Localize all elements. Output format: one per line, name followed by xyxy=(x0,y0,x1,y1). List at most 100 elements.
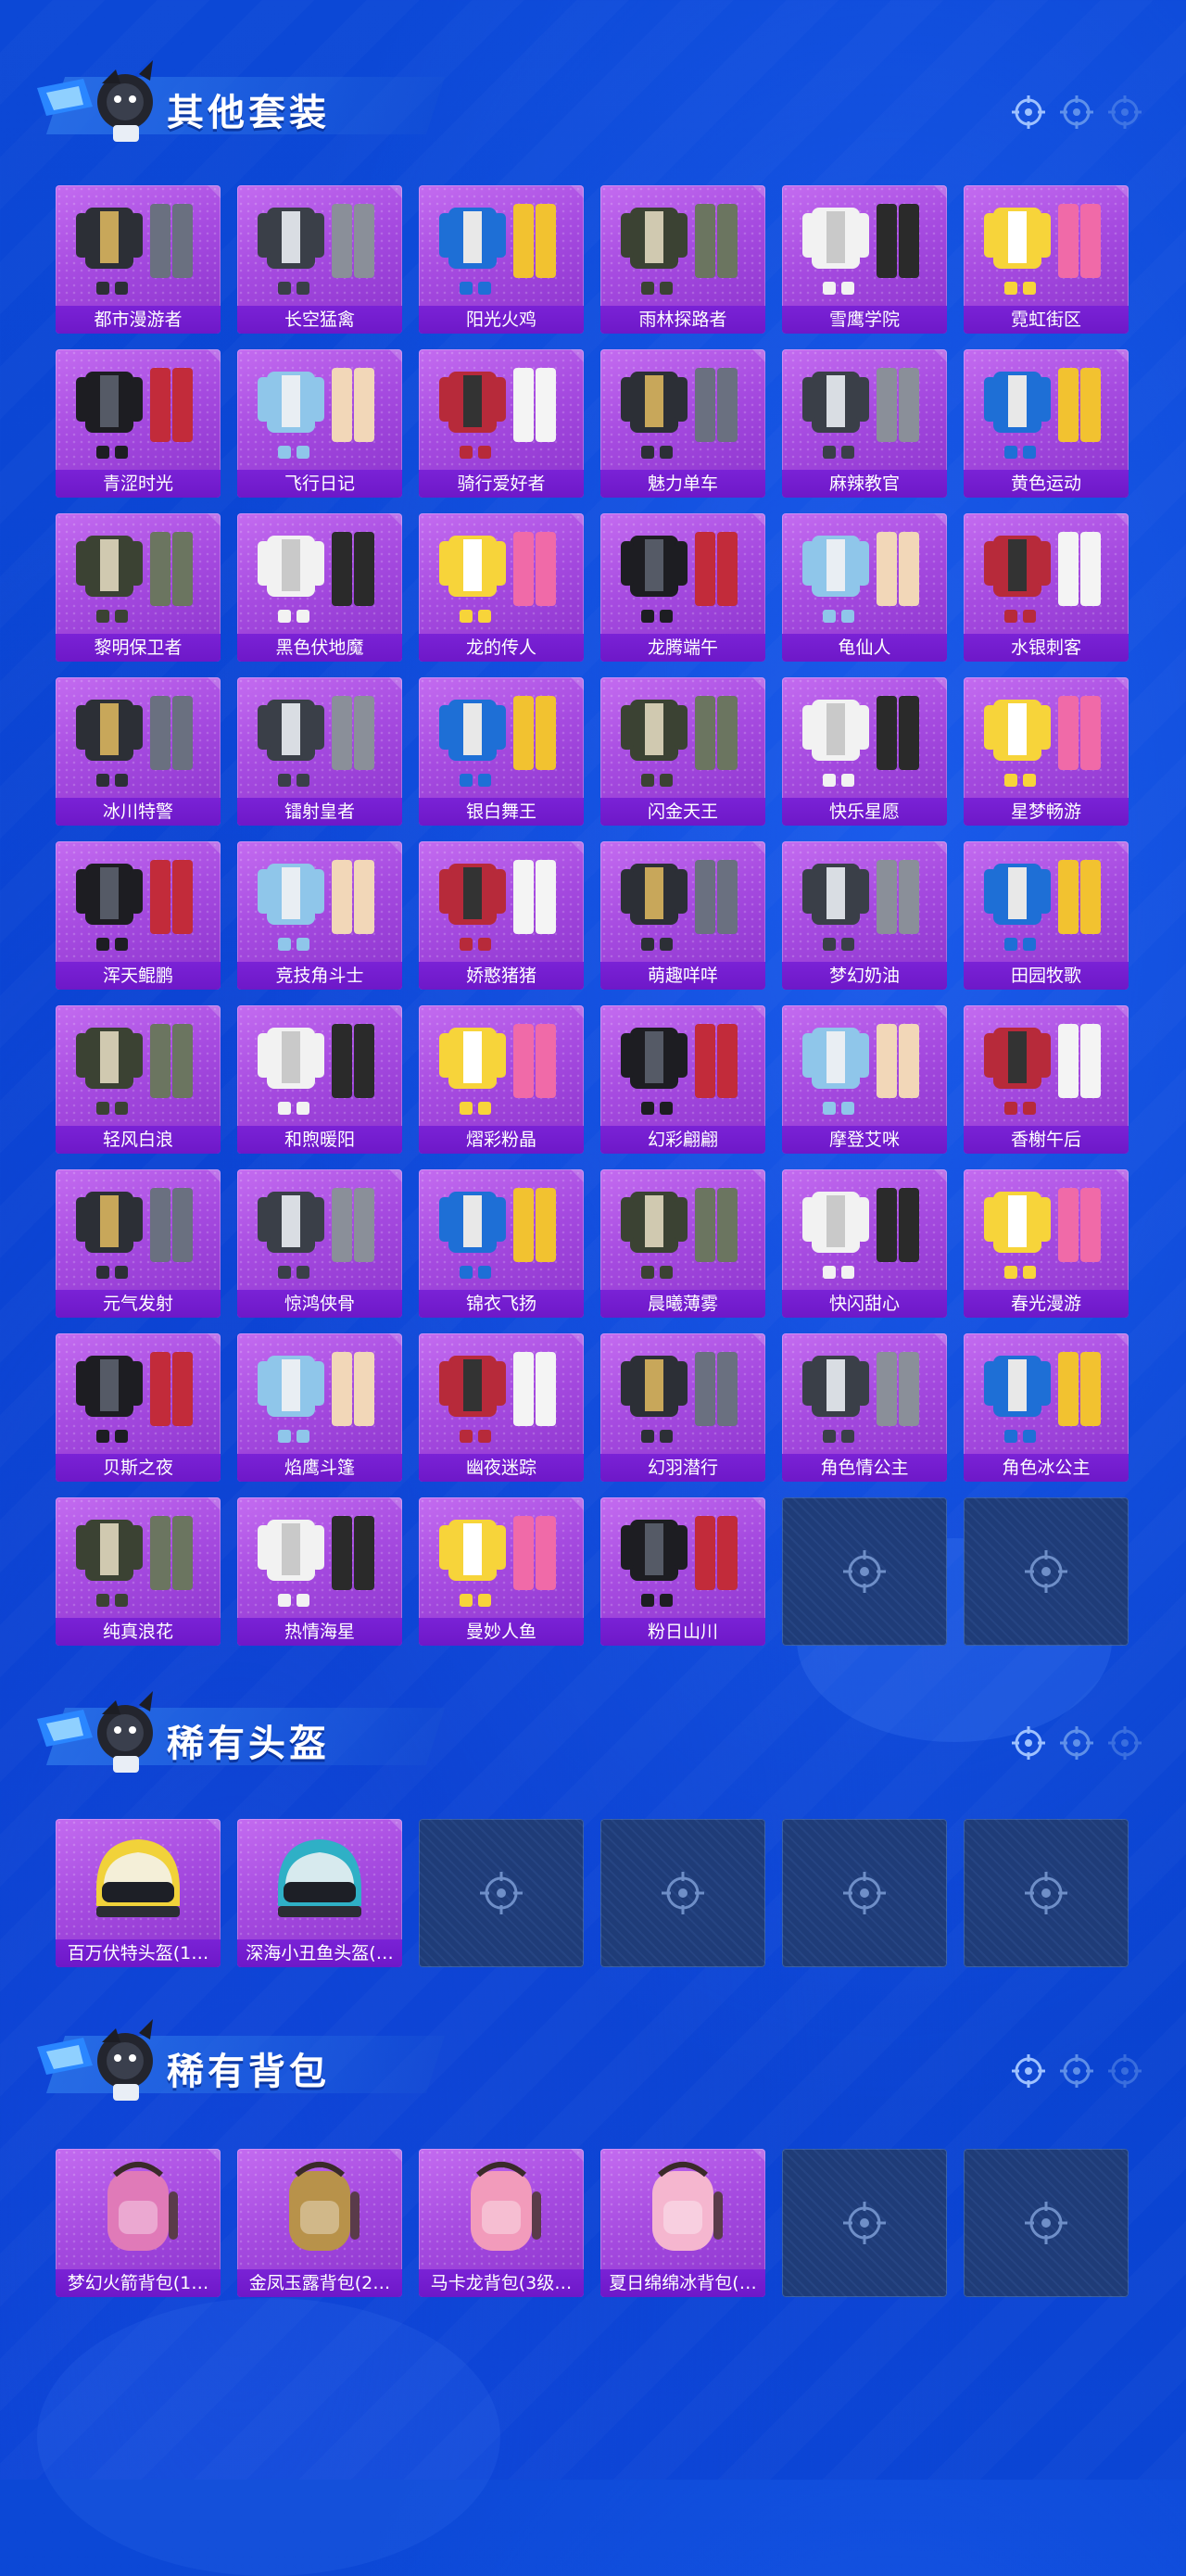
outfit-card[interactable]: 惊鸿侠骨 xyxy=(237,1169,402,1318)
section-title: 稀有头盔 xyxy=(167,1723,330,1765)
outfit-card[interactable]: 黎明保卫者 xyxy=(56,513,221,662)
item-name: 幽夜迷踪 xyxy=(419,1454,584,1482)
outfit-card[interactable]: 浑天鲲鹏 xyxy=(56,841,221,990)
outfit-card[interactable]: 梦幻奶油 xyxy=(782,841,947,990)
outfit-card[interactable]: 快闪甜心 xyxy=(782,1169,947,1318)
outfit-card[interactable]: 黄色运动 xyxy=(964,349,1129,498)
outfit-card[interactable]: 雨林探路者 xyxy=(600,185,765,334)
item-name: 青涩时光 xyxy=(56,470,221,498)
outfit-card[interactable]: 快乐星愿 xyxy=(782,677,947,826)
item-name: 水银刺客 xyxy=(964,634,1129,662)
helmet-card[interactable]: 深海小丑鱼头盔(… xyxy=(237,1819,402,1967)
outfit-card[interactable]: 田园牧歌 xyxy=(964,841,1129,990)
outfit-card[interactable]: 龙的传人 xyxy=(419,513,584,662)
item-name: 贝斯之夜 xyxy=(56,1454,221,1482)
outfit-card[interactable]: 角色情公主 xyxy=(782,1333,947,1482)
outfit-image xyxy=(621,860,738,951)
backpack-card[interactable]: 马卡龙背包(3级… xyxy=(419,2149,584,2297)
outfit-card[interactable]: 元气发射 xyxy=(56,1169,221,1318)
outfit-image xyxy=(258,368,374,459)
item-name: 雪鹰学院 xyxy=(782,306,947,334)
outfit-card[interactable]: 都市漫游者 xyxy=(56,185,221,334)
item-name: 娇憨猪猪 xyxy=(419,962,584,990)
outfit-card[interactable]: 热情海星 xyxy=(237,1497,402,1646)
outfit-image xyxy=(76,368,193,459)
outfit-card[interactable]: 晨曦薄雾 xyxy=(600,1169,765,1318)
outfit-card[interactable]: 熠彩粉晶 xyxy=(419,1005,584,1154)
outfit-image xyxy=(984,696,1101,787)
outfit-image xyxy=(621,204,738,295)
backpack-card[interactable]: 金凤玉露背包(2… xyxy=(237,2149,402,2297)
outfit-card[interactable]: 麻辣教官 xyxy=(782,349,947,498)
item-name: 角色情公主 xyxy=(782,1454,947,1482)
outfit-card[interactable]: 闪金天王 xyxy=(600,677,765,826)
outfit-card[interactable]: 和煦暖阳 xyxy=(237,1005,402,1154)
outfit-card[interactable]: 龙腾端午 xyxy=(600,513,765,662)
helmet-image xyxy=(96,1839,180,1917)
outfit-card[interactable]: 竞技角斗士 xyxy=(237,841,402,990)
backpack-card[interactable]: 夏日绵绵冰背包(… xyxy=(600,2149,765,2297)
outfit-card[interactable]: 香榭午后 xyxy=(964,1005,1129,1154)
outfit-card[interactable]: 银白舞王 xyxy=(419,677,584,826)
outfit-image xyxy=(439,368,556,459)
helmet-card[interactable]: 百万伏特头盔(1… xyxy=(56,1819,221,1967)
outfit-card[interactable]: 角色冰公主 xyxy=(964,1333,1129,1482)
crosshair-icon xyxy=(1108,2054,1142,2088)
backpack-image xyxy=(289,2162,360,2251)
outfit-image xyxy=(76,860,193,951)
outfit-card[interactable]: 冰川特警 xyxy=(56,677,221,826)
item-name: 和煦暖阳 xyxy=(237,1126,402,1154)
item-name: 龙的传人 xyxy=(419,634,584,662)
outfit-card[interactable]: 青涩时光 xyxy=(56,349,221,498)
section-header: 稀有背包 xyxy=(28,2010,446,2112)
item-name: 冰川特警 xyxy=(56,798,221,826)
outfit-card[interactable]: 粉日山川 xyxy=(600,1497,765,1646)
backpack-grid: 梦幻火箭背包(1… 金凤玉露背包(2… 马卡龙背包(3级… 夏日绵绵冰背包(… xyxy=(56,2149,1129,2297)
outfit-card[interactable]: 骑行爱好者 xyxy=(419,349,584,498)
outfit-card[interactable]: 魅力单车 xyxy=(600,349,765,498)
outfit-card[interactable]: 纯真浪花 xyxy=(56,1497,221,1646)
outfit-card[interactable]: 黑色伏地魔 xyxy=(237,513,402,662)
outfit-card[interactable]: 曼妙人鱼 xyxy=(419,1497,584,1646)
outfit-card[interactable]: 幻羽潜行 xyxy=(600,1333,765,1482)
outfit-card[interactable]: 轻风白浪 xyxy=(56,1005,221,1154)
outfit-card[interactable]: 星梦畅游 xyxy=(964,677,1129,826)
outfit-card[interactable]: 萌趣咩咩 xyxy=(600,841,765,990)
backpack-card[interactable]: 梦幻火箭背包(1… xyxy=(56,2149,221,2297)
item-name: 快乐星愿 xyxy=(782,798,947,826)
backpack-image xyxy=(652,2162,723,2251)
outfit-card[interactable]: 锦衣飞扬 xyxy=(419,1169,584,1318)
outfit-card[interactable]: 长空猛禽 xyxy=(237,185,402,334)
mascot-icon xyxy=(37,60,153,142)
empty-slot xyxy=(964,1497,1129,1646)
outfit-card[interactable]: 贝斯之夜 xyxy=(56,1333,221,1482)
outfit-image xyxy=(439,860,556,951)
outfit-card[interactable]: 春光漫游 xyxy=(964,1169,1129,1318)
outfit-image xyxy=(258,860,374,951)
outfit-card[interactable]: 娇憨猪猪 xyxy=(419,841,584,990)
outfit-card[interactable]: 飞行日记 xyxy=(237,349,402,498)
outfit-card[interactable]: 焰鹰斗篷 xyxy=(237,1333,402,1482)
outfit-image xyxy=(258,696,374,787)
outfit-card[interactable]: 龟仙人 xyxy=(782,513,947,662)
outfit-image xyxy=(258,1188,374,1279)
item-name: 幻彩翩翩 xyxy=(600,1126,765,1154)
outfit-card[interactable]: 霓虹街区 xyxy=(964,185,1129,334)
outfit-image xyxy=(984,368,1101,459)
outfit-image xyxy=(621,1352,738,1443)
item-name: 百万伏特头盔(1… xyxy=(56,1939,221,1967)
item-name: 角色冰公主 xyxy=(964,1454,1129,1482)
outfit-card[interactable]: 幽夜迷踪 xyxy=(419,1333,584,1482)
outfit-card[interactable]: 幻彩翩翩 xyxy=(600,1005,765,1154)
section-header: 其他套装 xyxy=(28,51,446,153)
item-name: 黎明保卫者 xyxy=(56,634,221,662)
outfit-card[interactable]: 摩登艾咪 xyxy=(782,1005,947,1154)
outfit-card[interactable]: 雪鹰学院 xyxy=(782,185,947,334)
outfit-card[interactable]: 阳光火鸡 xyxy=(419,185,584,334)
empty-slot xyxy=(964,2149,1129,2297)
outfit-image xyxy=(802,204,919,295)
outfit-card[interactable]: 水银刺客 xyxy=(964,513,1129,662)
outfit-card[interactable]: 镭射皇者 xyxy=(237,677,402,826)
item-name: 星梦畅游 xyxy=(964,798,1129,826)
empty-slot xyxy=(782,2149,947,2297)
